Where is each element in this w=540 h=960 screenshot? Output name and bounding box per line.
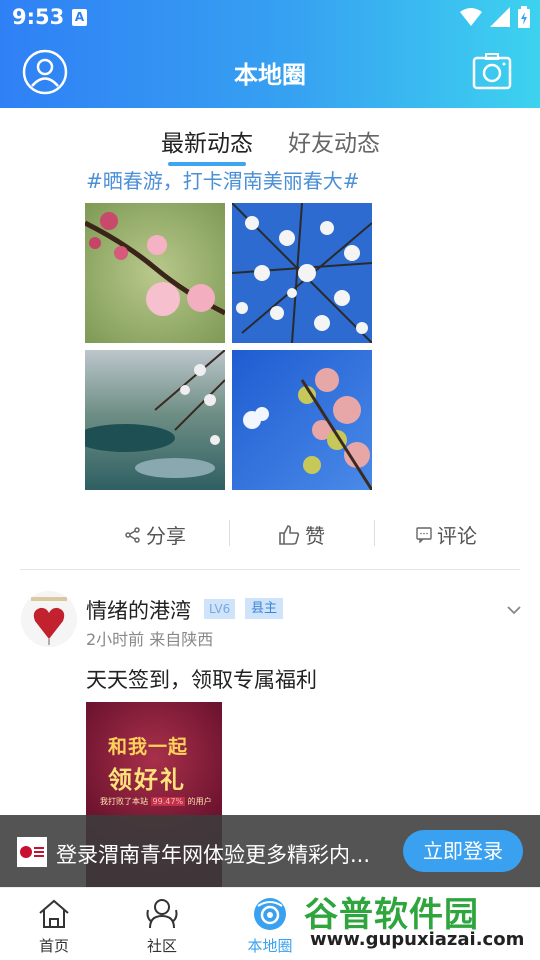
login-prompt: 登录渭南青年网体验更多精彩内... (56, 843, 371, 867)
author-avatar[interactable] (21, 591, 77, 647)
promo-line1: 和我一起 (108, 736, 189, 758)
action-divider (229, 520, 230, 546)
promo-stat-suffix: 的用户 (187, 797, 212, 806)
watermark-url: www.gupuxiazai.com (310, 929, 525, 950)
site-logo (17, 837, 47, 867)
page-title: 本地圈 (234, 61, 306, 89)
nav-home[interactable]: 首页 (0, 888, 108, 960)
promo-stat: 我打败了本站 99.47% 的用户 (100, 796, 212, 807)
chevron-down-icon (507, 606, 521, 615)
role-badge: 县主 (245, 598, 284, 619)
tab-latest[interactable]: 最新动态 (161, 124, 253, 158)
thumbs-up-icon (279, 524, 300, 545)
promo-stat-percent: 99.47% (150, 797, 186, 806)
like-label: 赞 (305, 524, 325, 548)
promo-stat-prefix: 我打败了本站 (100, 797, 148, 806)
post-menu-button[interactable] (506, 602, 522, 618)
home-icon (39, 899, 69, 928)
login-banner: 登录渭南青年网体验更多精彩内... 立即登录 (0, 815, 540, 887)
feed-tabs: 最新动态 好友动态 (0, 124, 540, 166)
nav-home-label: 首页 (38, 937, 69, 955)
comment-icon (416, 526, 432, 543)
action-divider (374, 520, 375, 546)
post-text: 天天签到，领取专属福利 (86, 668, 317, 692)
tab-friends[interactable]: 好友动态 (288, 124, 380, 158)
like-button[interactable]: 赞 (278, 520, 325, 549)
share-icon (125, 526, 140, 543)
post-photo-4[interactable] (232, 350, 372, 490)
share-button[interactable]: 分享 (125, 520, 186, 549)
status-time: 9:53 (12, 5, 65, 29)
site-watermark: 谷普软件园 www.gupuxiazai.com (296, 887, 540, 960)
promo-line2: 领好礼 (108, 766, 186, 794)
post-divider (20, 569, 520, 570)
wifi-icon (460, 8, 482, 26)
nav-community-label: 社区 (146, 937, 177, 955)
comment-label: 评论 (437, 524, 477, 548)
author-name[interactable]: 情绪的港湾 (86, 595, 191, 625)
app-header: 9:53 A 本地圈 (0, 0, 540, 108)
notification-a-icon: A (72, 9, 87, 26)
login-button[interactable]: 立即登录 (403, 830, 523, 872)
level-badge: LV6 (204, 599, 236, 619)
camera-button[interactable] (472, 52, 512, 92)
post-photo-2[interactable] (232, 203, 372, 343)
share-label: 分享 (146, 524, 186, 548)
status-bar: 9:53 A (0, 0, 540, 36)
battery-icon (518, 6, 530, 28)
comment-button[interactable]: 评论 (416, 520, 477, 549)
status-icons (460, 6, 530, 28)
signal-icon (490, 7, 510, 27)
post-hashtag[interactable]: #晒春游，打卡渭南美丽春大# (86, 165, 360, 194)
nav-community[interactable]: 社区 (108, 888, 216, 960)
camera-icon (472, 53, 512, 90)
post-actions: 分享 赞 评论 (0, 512, 540, 556)
post-photo-3[interactable] (85, 350, 225, 490)
local-circle-icon (254, 898, 286, 930)
post-meta: 2小时前 来自陕西 (86, 630, 214, 649)
post-photo-1[interactable] (85, 203, 225, 343)
community-icon (146, 899, 178, 929)
